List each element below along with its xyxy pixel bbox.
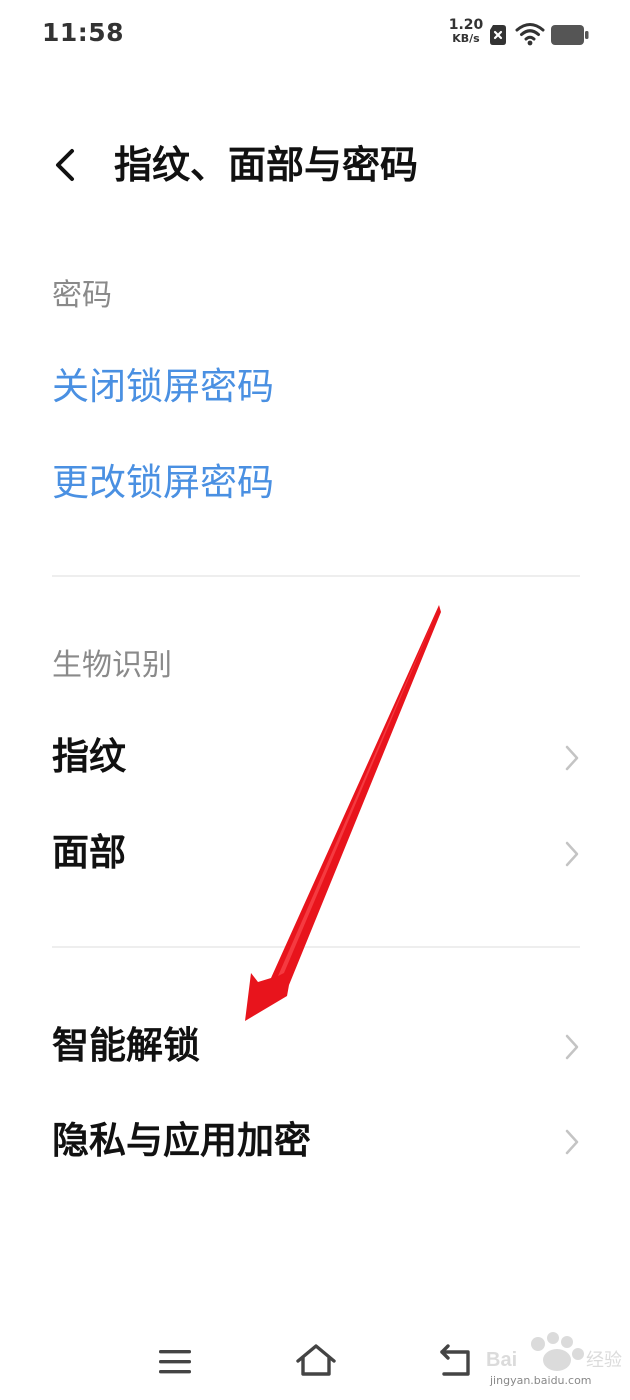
network-speed-value: 1.20 xyxy=(448,17,484,33)
divider xyxy=(52,575,580,577)
menu-item-privacy-app-encryption[interactable]: 隐私与应用加密 xyxy=(0,1102,630,1182)
chevron-right-icon xyxy=(565,1034,579,1060)
back-button[interactable] xyxy=(40,140,90,190)
menu-item-label: 面部 xyxy=(52,831,126,874)
section-header-password: 密码 xyxy=(52,278,112,313)
annotation-arrow xyxy=(245,605,441,1021)
menu-item-label: 隐私与应用加密 xyxy=(52,1119,311,1162)
change-lock-screen-password-link[interactable]: 更改锁屏密码 xyxy=(52,458,274,508)
nav-menu-button[interactable] xyxy=(156,1344,196,1380)
watermark-url: jingyan.baidu.com xyxy=(490,1374,592,1387)
nav-back-button[interactable] xyxy=(436,1342,476,1380)
menu-item-smart-unlock[interactable]: 智能解锁 xyxy=(0,1007,630,1087)
network-speed: 1.20 KB/s xyxy=(448,17,484,45)
annotation-arrow-shape xyxy=(245,605,441,1021)
menu-icon xyxy=(159,1350,191,1374)
chevron-right-icon xyxy=(565,745,579,771)
nav-home-button[interactable] xyxy=(293,1340,339,1380)
menu-item-face[interactable]: 面部 xyxy=(0,814,630,894)
menu-item-label: 指纹 xyxy=(52,735,126,778)
menu-item-label: 智能解锁 xyxy=(52,1024,200,1067)
wifi-icon xyxy=(515,23,545,46)
section-header-biometrics: 生物识别 xyxy=(52,648,172,683)
turn-off-lock-screen-password-link[interactable]: 关闭锁屏密码 xyxy=(52,362,274,412)
svg-text:经验: 经验 xyxy=(586,1350,622,1371)
status-bar: 11:58 1.20 KB/s xyxy=(0,0,630,70)
home-icon xyxy=(296,1344,336,1376)
divider xyxy=(52,946,580,948)
no-sim-icon xyxy=(490,25,506,45)
chevron-right-icon xyxy=(565,1129,579,1155)
network-speed-unit: KB/s xyxy=(452,32,480,45)
status-time: 11:58 xyxy=(42,18,125,47)
battery-icon xyxy=(551,25,589,45)
chevron-right-icon xyxy=(565,841,579,867)
svg-text:Bai: Bai xyxy=(486,1349,517,1371)
chevron-left-icon xyxy=(56,149,74,181)
menu-item-fingerprint[interactable]: 指纹 xyxy=(0,718,630,798)
return-icon xyxy=(440,1344,470,1376)
page-title: 指纹、面部与密码 xyxy=(114,143,419,187)
